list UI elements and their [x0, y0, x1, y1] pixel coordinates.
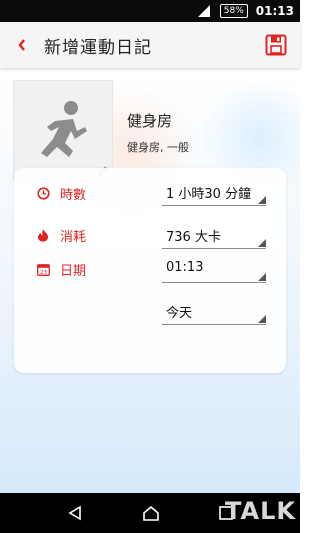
chevron-left-icon — [18, 39, 25, 51]
battery-indicator: 58% — [219, 4, 248, 18]
clock: 01:13 — [255, 4, 294, 18]
time-select[interactable]: 01:13 — [162, 256, 266, 283]
activity-form-card: 時數 1 小時30 分鐘 消耗 736 大卡 23 日期 01:13 今天 — [14, 168, 286, 373]
day-select[interactable]: 今天 — [162, 298, 266, 325]
calories-value: 736 大卡 — [166, 230, 221, 245]
app-bar: 新增運動日記 — [0, 22, 300, 68]
date-label-row: 23 日期 — [36, 260, 86, 279]
back-button[interactable] — [6, 22, 38, 68]
calories-label-row: 消耗 — [36, 226, 86, 245]
dropdown-triangle-icon — [258, 196, 266, 204]
duration-select[interactable]: 1 小時30 分鐘 — [162, 179, 266, 206]
time-value: 01:13 — [166, 260, 204, 275]
flame-icon — [36, 229, 50, 243]
calories-label: 消耗 — [60, 230, 87, 245]
svg-text:23: 23 — [40, 270, 47, 276]
date-label: 日期 — [60, 264, 87, 279]
duration-label: 時數 — [60, 188, 87, 203]
dropdown-triangle-icon — [258, 239, 266, 247]
activity-subtitle: 健身房, 一般 — [127, 141, 189, 154]
page-title: 新增運動日記 — [44, 37, 152, 58]
home-nav-icon[interactable] — [142, 505, 160, 521]
dropdown-triangle-icon — [258, 273, 266, 281]
save-icon — [265, 34, 287, 56]
back-nav-icon[interactable] — [67, 505, 83, 521]
day-value: 今天 — [166, 306, 193, 321]
calendar-icon: 23 — [36, 263, 50, 277]
running-person-icon — [41, 101, 87, 157]
save-button[interactable] — [258, 22, 294, 68]
clock-icon — [36, 187, 50, 201]
dropdown-triangle-icon — [258, 315, 266, 323]
duration-label-row: 時數 — [36, 184, 86, 203]
status-bar: 58% 01:13 — [0, 0, 300, 22]
calories-select[interactable]: 736 大卡 — [162, 222, 266, 249]
activity-name: 健身房 — [127, 112, 173, 130]
activity-photo[interactable] — [13, 80, 113, 180]
signal-icon — [197, 5, 210, 17]
watermark-logo: TALK — [225, 497, 296, 525]
main-content: 健身房 健身房, 一般 時數 1 小時30 分鐘 消耗 736 大卡 23 日期… — [0, 68, 300, 493]
duration-value: 1 小時30 分鐘 — [166, 187, 252, 202]
